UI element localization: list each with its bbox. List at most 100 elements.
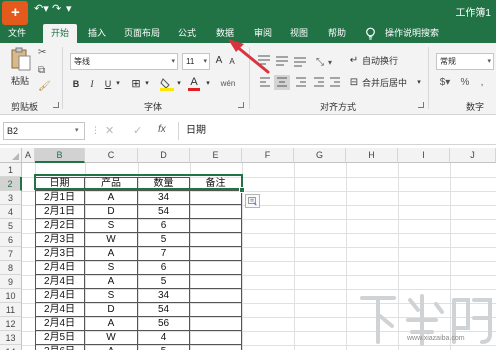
- redo-icon[interactable]: ↷: [52, 3, 61, 15]
- increase-font-icon[interactable]: A: [213, 53, 225, 69]
- table-cell[interactable]: 2月1日: [35, 191, 85, 205]
- chevron-down-icon[interactable]: ▾: [175, 76, 183, 92]
- tab-review[interactable]: 审阅: [248, 24, 278, 43]
- table-cell[interactable]: 56: [138, 317, 190, 331]
- table-cell[interactable]: A: [85, 191, 138, 205]
- row-header[interactable]: 9: [0, 275, 22, 289]
- tab-formulas[interactable]: 公式: [172, 24, 202, 43]
- tab-page-layout[interactable]: 页面布局: [119, 24, 165, 43]
- font-size-select[interactable]: 11 ▾: [182, 53, 210, 70]
- borders-icon[interactable]: ⊞: [128, 76, 144, 92]
- table-cell[interactable]: 2月4日: [35, 261, 85, 275]
- undo-icon[interactable]: ↶▾: [34, 3, 49, 15]
- table-cell[interactable]: 54: [138, 303, 190, 317]
- table-cell[interactable]: S: [85, 289, 138, 303]
- customize-icon[interactable]: ▾: [66, 3, 72, 15]
- table-cell[interactable]: [190, 191, 242, 205]
- row-header[interactable]: 4: [0, 205, 22, 219]
- column-header-e[interactable]: E: [190, 148, 242, 163]
- table-cell[interactable]: 6: [138, 219, 190, 233]
- cancel-icon[interactable]: ✕: [105, 124, 114, 137]
- table-cell[interactable]: 2月3日: [35, 233, 85, 247]
- cut-icon[interactable]: ✂: [38, 47, 46, 58]
- fill-handle[interactable]: [239, 187, 245, 193]
- table-cell[interactable]: [190, 317, 242, 331]
- table-cell[interactable]: S: [85, 219, 138, 233]
- font-color-icon[interactable]: A: [188, 74, 200, 91]
- wrap-text-icon[interactable]: ↵: [348, 53, 360, 69]
- chevron-down-icon[interactable]: ▾: [114, 76, 122, 92]
- font-launcher-icon[interactable]: [238, 102, 244, 108]
- table-cell[interactable]: W: [85, 233, 138, 247]
- table-cell[interactable]: [190, 205, 242, 219]
- table-cell[interactable]: A: [85, 247, 138, 261]
- column-header-i[interactable]: I: [398, 148, 450, 163]
- clipboard-launcher-icon[interactable]: [53, 102, 59, 108]
- wrap-text-button[interactable]: 自动换行: [362, 53, 398, 69]
- decrease-font-icon[interactable]: A: [227, 54, 237, 70]
- table-cell[interactable]: 2月3日: [35, 247, 85, 261]
- table-cell[interactable]: [190, 345, 242, 350]
- table-cell[interactable]: 2月4日: [35, 289, 85, 303]
- table-cell[interactable]: 2月5日: [35, 331, 85, 345]
- table-cell[interactable]: 2月4日: [35, 317, 85, 331]
- table-cell[interactable]: 34: [138, 191, 190, 205]
- table-cell[interactable]: W: [85, 331, 138, 345]
- underline-icon[interactable]: U: [102, 76, 114, 92]
- row-header[interactable]: 3: [0, 191, 22, 205]
- paste-button[interactable]: 粘贴: [9, 73, 31, 89]
- column-header-b[interactable]: B: [35, 148, 85, 163]
- row-header[interactable]: 8: [0, 261, 22, 275]
- table-cell[interactable]: [190, 247, 242, 261]
- table-cell[interactable]: 2月4日: [35, 303, 85, 317]
- table-cell[interactable]: 5: [138, 233, 190, 247]
- table-cell[interactable]: 5: [138, 345, 190, 350]
- column-header-h[interactable]: H: [346, 148, 398, 163]
- chevron-down-icon[interactable]: ▾: [143, 76, 151, 92]
- table-cell[interactable]: [190, 261, 242, 275]
- row-header[interactable]: 14: [0, 345, 22, 350]
- row-header[interactable]: 1: [0, 163, 22, 177]
- insert-function-button[interactable]: fx: [158, 124, 166, 135]
- tab-home[interactable]: 开始: [43, 24, 77, 43]
- table-cell[interactable]: 54: [138, 205, 190, 219]
- table-cell[interactable]: A: [85, 275, 138, 289]
- table-cell[interactable]: 2月6日: [35, 345, 85, 350]
- table-cell[interactable]: [190, 233, 242, 247]
- fill-color-icon[interactable]: [160, 77, 174, 91]
- phonetic-icon[interactable]: wén: [219, 76, 237, 92]
- chevron-down-icon[interactable]: ▾: [204, 76, 212, 92]
- row-header[interactable]: 2: [0, 177, 22, 191]
- table-cell[interactable]: A: [85, 317, 138, 331]
- italic-icon[interactable]: I: [86, 76, 98, 92]
- format-painter-icon[interactable]: 🖌: [38, 81, 51, 92]
- horizontal-align-icons[interactable]: [256, 74, 342, 92]
- column-header-d[interactable]: D: [138, 148, 190, 163]
- bold-icon[interactable]: B: [70, 76, 82, 92]
- comma-icon[interactable]: ,: [476, 75, 488, 91]
- merge-center-button[interactable]: 合并后居中: [362, 75, 407, 91]
- row-header[interactable]: 10: [0, 289, 22, 303]
- table-cell[interactable]: [190, 331, 242, 345]
- column-header-j[interactable]: J: [450, 148, 496, 163]
- tab-help[interactable]: 帮助: [322, 24, 352, 43]
- table-cell[interactable]: D: [85, 303, 138, 317]
- row-header[interactable]: 12: [0, 317, 22, 331]
- table-cell[interactable]: [190, 275, 242, 289]
- table-cell[interactable]: 34: [138, 289, 190, 303]
- paste-icon[interactable]: [10, 45, 32, 73]
- tell-me-search[interactable]: 操作说明搜索: [382, 24, 442, 43]
- table-cell[interactable]: 2月2日: [35, 219, 85, 233]
- quick-analysis-icon[interactable]: [245, 194, 260, 208]
- row-header[interactable]: 11: [0, 303, 22, 317]
- number-format-select[interactable]: 常规 ▾: [436, 53, 494, 70]
- row-header[interactable]: 7: [0, 247, 22, 261]
- copy-icon[interactable]: ⧉: [38, 65, 45, 76]
- table-cell[interactable]: 7: [138, 247, 190, 261]
- table-cell[interactable]: A: [85, 345, 138, 350]
- chevron-down-icon[interactable]: ▾: [415, 75, 423, 91]
- row-header[interactable]: 6: [0, 233, 22, 247]
- tab-insert[interactable]: 插入: [82, 24, 112, 43]
- table-cell[interactable]: D: [85, 205, 138, 219]
- tab-data[interactable]: 数据: [210, 24, 240, 43]
